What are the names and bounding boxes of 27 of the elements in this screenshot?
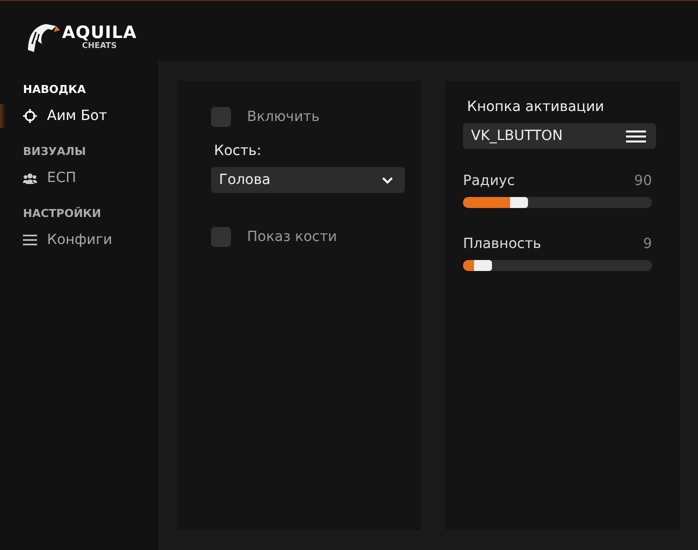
- sidebar-item[interactable]: Конфиги: [0, 228, 158, 252]
- logo-subtitle: CHEATS: [82, 42, 117, 50]
- section-heading: ВИЗУАЛЫ: [22, 145, 87, 158]
- slider-value: 9: [643, 236, 652, 252]
- chevron-down-icon: [382, 176, 393, 184]
- field-label: Кнопка активации: [466, 98, 606, 115]
- field-label: Кость:: [213, 143, 262, 159]
- section-heading: НАВОДКА: [22, 83, 87, 96]
- checkbox-square[interactable]: [211, 227, 231, 247]
- keybind-button[interactable]: VK_LBUTTON: [463, 123, 656, 149]
- section-heading: НАСТРОЙКИ: [22, 207, 102, 220]
- checkbox[interactable]: Включить: [194, 99, 405, 135]
- people-icon: [23, 172, 37, 184]
- dropdown[interactable]: Голова: [211, 167, 405, 193]
- slider-thumb[interactable]: [510, 197, 528, 208]
- menu-icon: [626, 130, 646, 142]
- slider-label: Плавность: [463, 236, 542, 252]
- slider-value: 90: [634, 173, 652, 189]
- sidebar-item[interactable]: ЕСП: [0, 166, 158, 190]
- slider-track[interactable]: [463, 197, 652, 208]
- checkbox-square[interactable]: [211, 107, 231, 127]
- crosshair-icon: [23, 109, 37, 123]
- slider-thumb[interactable]: [474, 260, 492, 271]
- checkbox[interactable]: Показ кости: [194, 219, 405, 255]
- slider-label: Радиус: [463, 173, 515, 189]
- logo-title: AQUILA: [62, 24, 137, 42]
- slider-track[interactable]: [463, 260, 652, 271]
